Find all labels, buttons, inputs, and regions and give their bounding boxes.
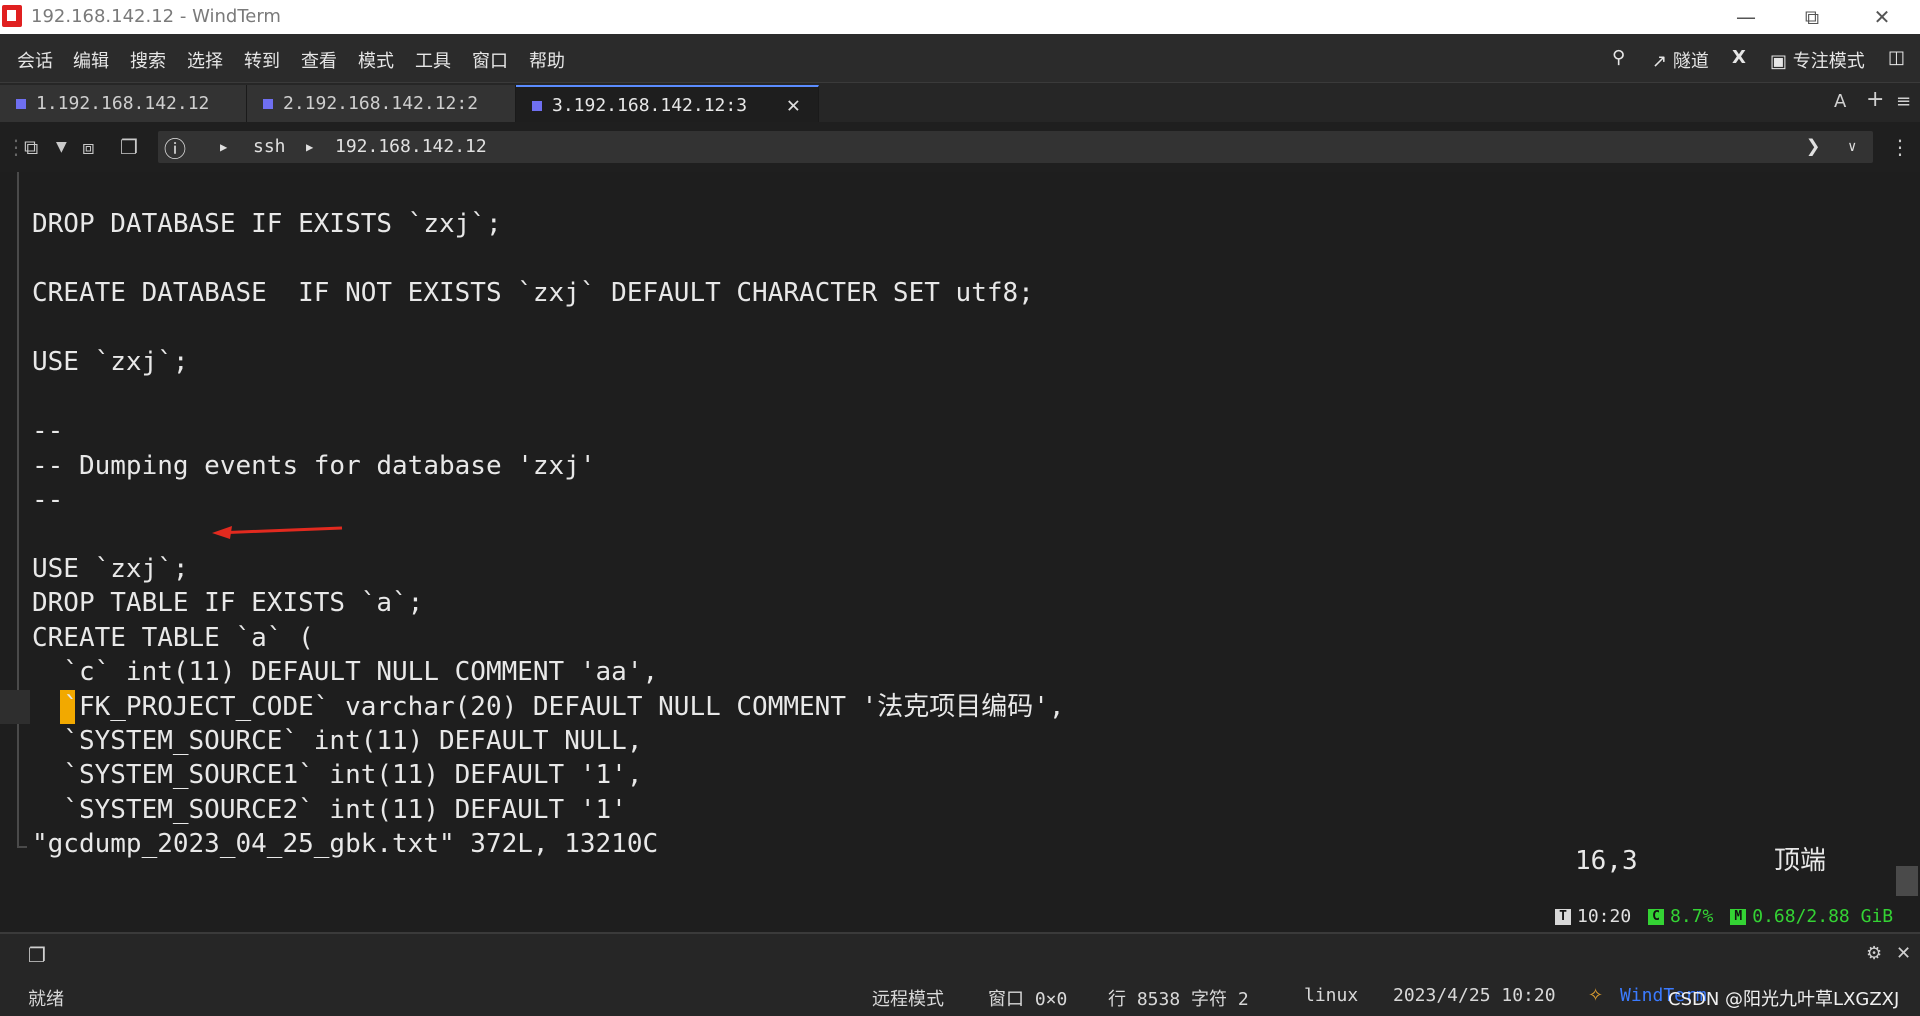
status-mode[interactable]: 远程模式: [872, 985, 944, 1011]
session-toolbar: ⋮ ⧉ ▼ ⧈ ❐ ⓘ ▶ ssh ▶ 192.168.142.12 ❯ ∨ ⋮: [0, 122, 1920, 172]
focus-mode-label: 专注模式: [1792, 51, 1865, 72]
panel-icon[interactable]: ❐: [28, 943, 46, 967]
x-button[interactable]: X: [1732, 47, 1746, 68]
status-ready: 就绪: [28, 989, 64, 1010]
focus-mode-icon: ▣: [1770, 51, 1788, 72]
focus-mode-button[interactable]: ▣ 专注模式: [1770, 47, 1865, 73]
terminal-output[interactable]: DROP DATABASE IF EXISTS `zxj`; CREATE DA…: [0, 172, 1920, 932]
windterm-logo-icon: [2, 5, 22, 27]
host-label[interactable]: 192.168.142.12: [335, 136, 487, 157]
menu-help[interactable]: 帮助: [529, 47, 565, 73]
new-tab-button[interactable]: +: [1866, 87, 1884, 112]
menu-search[interactable]: 搜索: [130, 47, 166, 73]
protocol-label[interactable]: ssh: [253, 136, 286, 157]
chevron-right-icon[interactable]: ❯: [1806, 132, 1820, 160]
status-datetime: 2023/4/25 10:20: [1393, 985, 1556, 1006]
tab-close-icon[interactable]: ✕: [787, 87, 800, 125]
menu-edit[interactable]: 编辑: [73, 47, 109, 73]
window-title: 192.168.142.12 - WindTerm: [31, 6, 281, 27]
time-value: 10:20: [1577, 906, 1632, 927]
terminal-line: CREATE TABLE `a` (: [32, 623, 314, 653]
menu-view[interactable]: 查看: [301, 47, 337, 73]
breadcrumb-separator-icon: ▶: [220, 140, 228, 154]
cpu-value: 8.7%: [1670, 906, 1714, 927]
tab-label: 1.192.168.142.12: [36, 93, 210, 114]
font-size-button[interactable]: A: [1834, 91, 1846, 112]
menu-session[interactable]: 会话: [17, 47, 53, 73]
terminal-line: `c` int(11) DEFAULT NULL COMMENT 'aa',: [32, 657, 659, 687]
open-external-icon[interactable]: ⧈: [82, 135, 95, 159]
terminal-line: USE `zxj`;: [32, 347, 189, 377]
terminal-line: `SYSTEM_SOURCE2` int(11) DEFAULT '1': [32, 795, 627, 825]
tunnel-label: 隧道: [1672, 51, 1709, 72]
breadcrumb-separator-icon: ▶: [306, 140, 314, 154]
terminal-line: DROP DATABASE IF EXISTS `zxj`;: [32, 209, 502, 239]
menu-bar: 会话 编辑 搜索 选择 转到 查看 模式 工具 窗口 帮助 ⚲ ↗ 隧道 X ▣…: [0, 34, 1920, 82]
tab-bar: 1.192.168.142.12 2.192.168.142.12:2 3.19…: [0, 82, 1920, 125]
duplicate-session-icon[interactable]: ❐: [120, 135, 138, 159]
status-bar: 就绪 远程模式 窗口 0×0 行 8538 字符 2 linux 2023/4/…: [0, 974, 1920, 1016]
terminal-line: CREATE DATABASE IF NOT EXISTS `zxj` DEFA…: [32, 278, 1034, 308]
tab-session-1[interactable]: 1.192.168.142.12: [0, 85, 247, 123]
terminal-line: --: [32, 485, 64, 515]
session-marker-icon: [263, 99, 273, 109]
chevron-down-icon[interactable]: ▼: [56, 139, 67, 155]
terminal-line: `SYSTEM_SOURCE` int(11) DEFAULT NULL,: [32, 726, 643, 756]
tab-label: 3.192.168.142.12:3: [552, 95, 748, 116]
terminal-line: --: [32, 416, 64, 446]
chevron-down-icon[interactable]: ∨: [1848, 139, 1856, 155]
session-marker-icon: [16, 99, 26, 109]
minimize-button[interactable]: —: [1716, 2, 1776, 32]
close-icon[interactable]: ✕: [1896, 943, 1911, 964]
time-badge: T: [1555, 909, 1571, 925]
drag-handle-icon[interactable]: ⋮: [6, 135, 26, 159]
session-marker-icon: [532, 101, 542, 111]
annotation-arrow-icon: [212, 526, 343, 539]
vim-scroll-position: 顶端: [1774, 846, 1827, 876]
status-cursor-position[interactable]: 行 8538 字符 2: [1108, 985, 1249, 1011]
tab-label: 2.192.168.142.12:2: [283, 93, 479, 114]
bottom-panel-bar: ❐ ⚙ ✕: [0, 932, 1920, 976]
watermark: CSDN @阳光九叶草LXGZXJ: [1668, 989, 1900, 1010]
menu-tools[interactable]: 工具: [415, 47, 451, 73]
system-info: T 10:20 C 8.7% M 0.68/2.88 GiB: [1555, 906, 1893, 928]
new-session-icon[interactable]: ⧉: [24, 135, 38, 159]
mem-value: 0.68/2.88 GiB: [1752, 906, 1894, 927]
tab-menu-button[interactable]: ≡: [1896, 91, 1911, 112]
current-line-marker: [0, 690, 30, 724]
search-icon[interactable]: ⚲: [1612, 47, 1625, 68]
cpu-badge: C: [1648, 909, 1665, 925]
fold-guide-end: [17, 846, 27, 848]
tunnel-icon: ↗: [1652, 51, 1668, 72]
terminal-line: `FK_PROJECT_CODE` varchar(20) DEFAULT NU…: [32, 692, 1065, 722]
address-bar[interactable]: ⓘ ▶ ssh ▶ 192.168.142.12 ❯ ∨: [158, 131, 1873, 163]
tunnel-button[interactable]: ↗ 隧道: [1652, 47, 1709, 73]
more-options-icon[interactable]: ⋮: [1890, 135, 1910, 159]
status-window-size[interactable]: 窗口 0×0: [988, 985, 1067, 1011]
tab-session-2[interactable]: 2.192.168.142.12:2: [247, 85, 516, 123]
menu-window[interactable]: 窗口: [472, 47, 508, 73]
info-icon[interactable]: ⓘ: [164, 132, 186, 164]
sidebar-toggle-icon[interactable]: ◫: [1888, 47, 1905, 68]
terminal-scrollbar[interactable]: [1896, 866, 1918, 896]
brand-logo-icon: ✧: [1588, 985, 1604, 1006]
menu-goto[interactable]: 转到: [244, 47, 280, 73]
tab-session-3[interactable]: 3.192.168.142.12:3 ✕: [516, 85, 819, 125]
close-button[interactable]: ✕: [1852, 2, 1912, 32]
title-bar: 192.168.142.12 - WindTerm — ⧉ ✕: [0, 0, 1920, 34]
terminal-line: USE `zxj`;: [32, 554, 189, 584]
vim-status-line: "gcdump_2023_04_25_gbk.txt" 372L, 13210C: [32, 829, 659, 859]
vim-cursor-position: 16,3: [1575, 846, 1638, 876]
restore-button[interactable]: ⧉: [1782, 2, 1842, 32]
terminal-line: -- Dumping events for database 'zxj': [32, 451, 596, 481]
status-os[interactable]: linux: [1304, 985, 1358, 1006]
menu-mode[interactable]: 模式: [358, 47, 394, 73]
terminal-line: `SYSTEM_SOURCE1` int(11) DEFAULT '1',: [32, 760, 643, 790]
menu-select[interactable]: 选择: [187, 47, 223, 73]
terminal-line: DROP TABLE IF EXISTS `a`;: [32, 588, 424, 618]
gear-icon[interactable]: ⚙: [1866, 943, 1882, 964]
mem-badge: M: [1730, 909, 1747, 925]
fold-guide: [17, 172, 19, 848]
